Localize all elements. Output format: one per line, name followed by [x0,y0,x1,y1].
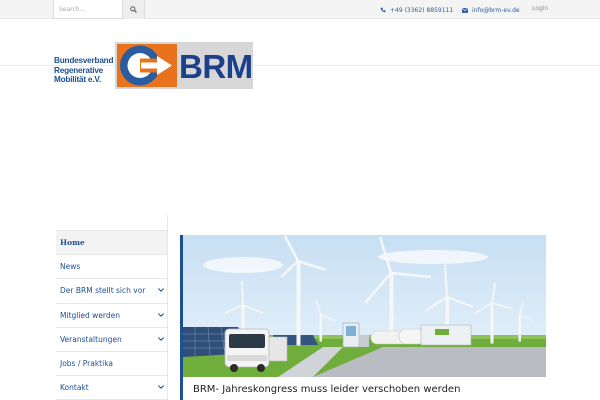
login-link[interactable]: Login [532,5,548,12]
logo-arrow-emblem [117,44,177,87]
nav-item-home[interactable]: Home [56,231,167,256]
search-icon [130,6,137,13]
organization-name-line-3: Mobilität e.V. [54,75,101,84]
logo-wordmark: BRM [179,48,253,85]
nav-item-label: Home [60,238,85,248]
nav-item-events[interactable]: Veranstaltungen [56,328,167,352]
email-contact[interactable]: info@brm-ev.de [462,4,520,16]
top-bar: +49 (3362) 8859111 info@brm-ev.de Login [0,0,600,19]
nav-item-jobs[interactable]: Jobs / Praktika [56,352,167,377]
organization-name: Bundesverband Regenerative Mobilität e.V… [54,56,113,85]
organization-name-line-2: Regenerative [54,65,104,75]
nav-item-label: Mitglied werden [60,310,121,320]
chevron-down-icon[interactable] [158,385,164,389]
article-card: BRM- Jahreskongress muss leider verschob… [180,235,546,400]
nav-item-label: Jobs / Praktika [60,359,114,369]
nav-item-label: Kontakt [60,383,89,393]
article-hero-image[interactable] [183,235,546,377]
chevron-down-icon[interactable] [158,336,164,341]
chevron-down-icon[interactable] [158,288,164,293]
nav-item-label: Der BRM stellt sich vor [60,286,146,296]
wind-park-illustration [183,235,546,377]
nav-item-membership[interactable]: Mitglied werden [56,304,167,328]
phone-number: +49 (3362) 8859111 [390,6,454,14]
chevron-down-icon[interactable] [158,312,164,317]
nav-item-about[interactable]: Der BRM stellt sich vor [56,279,167,304]
sidebar-nav: Home News Der BRM stellt sich vor Mitgli… [56,230,167,400]
email-address: info@brm-ev.de [472,6,520,14]
phone-contact[interactable]: +49 (3362) 8859111 [380,4,453,16]
search-button[interactable] [122,0,144,19]
sidebar-divider [167,215,168,400]
article-title[interactable]: BRM- Jahreskongress muss leider verschob… [193,384,460,395]
nav-item-label: Veranstaltungen [60,334,122,344]
envelope-icon [462,7,468,13]
organization-name-line-1: Bundesverband [54,56,114,65]
nav-item-contact[interactable]: Kontakt [56,376,167,400]
nav-item-news[interactable]: News [56,255,167,280]
search-input[interactable] [54,0,124,18]
nav-item-label: News [60,262,81,272]
search-box [53,0,145,19]
brm-logo[interactable]: BRM [115,42,253,89]
phone-icon [380,7,386,13]
